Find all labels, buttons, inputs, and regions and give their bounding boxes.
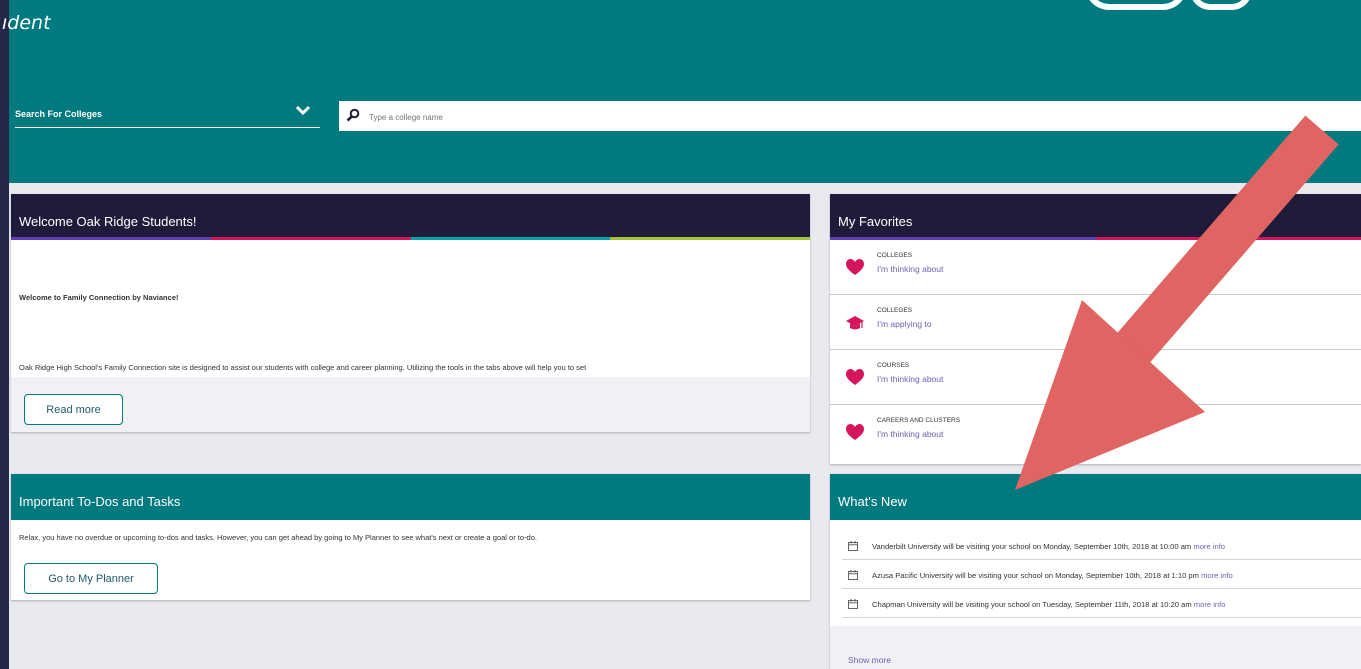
favorite-link[interactable]: I'm thinking about <box>877 429 943 439</box>
favorite-category: COLLEGES <box>877 307 913 314</box>
news-text: Azusa Pacific University will be visitin… <box>872 571 1199 580</box>
search-type-dropdown[interactable]: Search For Colleges <box>15 100 320 128</box>
favorite-link[interactable]: I'm thinking about <box>877 374 943 384</box>
more-info-link[interactable]: more info <box>1194 600 1226 609</box>
todos-message: Relax, you have no overdue or upcoming t… <box>19 533 537 542</box>
favorites-card: My Favorites COLLEGES I'm thinking about… <box>830 194 1361 464</box>
welcome-card-header: Welcome Oak Ridge Students! <box>11 194 810 240</box>
whats-new-card-title: What's New <box>838 494 907 509</box>
news-text: Chapman University will be visiting your… <box>872 600 1192 609</box>
read-more-button[interactable]: Read more <box>24 394 123 425</box>
favorite-item-colleges-thinking[interactable]: COLLEGES I'm thinking about <box>830 240 1361 295</box>
show-more-link[interactable]: Show more <box>848 655 891 665</box>
more-info-link[interactable]: more info <box>1201 571 1233 580</box>
favorites-card-header: My Favorites <box>830 194 1361 240</box>
calendar-icon <box>848 541 858 551</box>
favorite-item-courses-thinking[interactable]: COURSES I'm thinking about <box>830 350 1361 405</box>
whats-new-card: What's New Vanderbilt University will be… <box>830 474 1361 669</box>
heart-icon <box>846 369 864 385</box>
welcome-heading: Welcome to Family Connection by Naviance… <box>19 293 179 302</box>
whats-new-card-header: What's New <box>830 474 1361 520</box>
news-item: Vanderbilt University will be visiting y… <box>842 534 1361 560</box>
calendar-icon <box>848 599 858 609</box>
favorite-item-careers-thinking[interactable]: CAREERS AND CLUSTERS I'm thinking about <box>830 405 1361 460</box>
whats-new-footer <box>830 626 1361 669</box>
graduation-cap-icon <box>846 316 864 330</box>
calendar-icon <box>848 570 858 580</box>
college-search-input[interactable] <box>367 107 871 127</box>
favorite-link[interactable]: I'm applying to <box>877 319 932 329</box>
todos-card-header: Important To-Dos and Tasks <box>11 474 810 520</box>
page-title: ıdent <box>2 12 51 34</box>
welcome-body: Oak Ridge High School's Family Connectio… <box>19 363 587 372</box>
favorite-category: COURSES <box>877 362 910 369</box>
favorite-item-colleges-applying[interactable]: COLLEGES I'm applying to <box>830 295 1361 350</box>
todos-card: Important To-Dos and Tasks Relax, you ha… <box>11 474 810 600</box>
welcome-card: Welcome Oak Ridge Students! Welcome to F… <box>11 194 810 432</box>
welcome-card-title: Welcome Oak Ridge Students! <box>19 214 197 229</box>
news-text: Vanderbilt University will be visiting y… <box>872 542 1192 551</box>
welcome-footer <box>11 377 810 432</box>
heart-icon <box>846 424 864 440</box>
news-item: Chapman University will be visiting your… <box>842 592 1361 618</box>
news-item: Azusa Pacific University will be visitin… <box>842 563 1361 589</box>
todos-card-title: Important To-Dos and Tasks <box>19 494 181 509</box>
go-to-my-planner-button[interactable]: Go to My Planner <box>24 563 158 594</box>
page-header <box>9 0 1361 183</box>
search-icon <box>346 108 360 122</box>
chevron-down-icon <box>295 105 311 116</box>
favorite-link[interactable]: I'm thinking about <box>877 264 943 274</box>
more-info-link[interactable]: more info <box>1193 542 1225 551</box>
favorite-category: CAREERS AND CLUSTERS <box>877 417 961 424</box>
favorites-card-title: My Favorites <box>838 214 913 229</box>
college-search-box[interactable] <box>339 101 1361 131</box>
color-stripe <box>11 237 810 240</box>
favorite-category: COLLEGES <box>877 252 913 259</box>
heart-icon <box>846 259 864 275</box>
search-type-label: Search For Colleges <box>15 109 103 119</box>
